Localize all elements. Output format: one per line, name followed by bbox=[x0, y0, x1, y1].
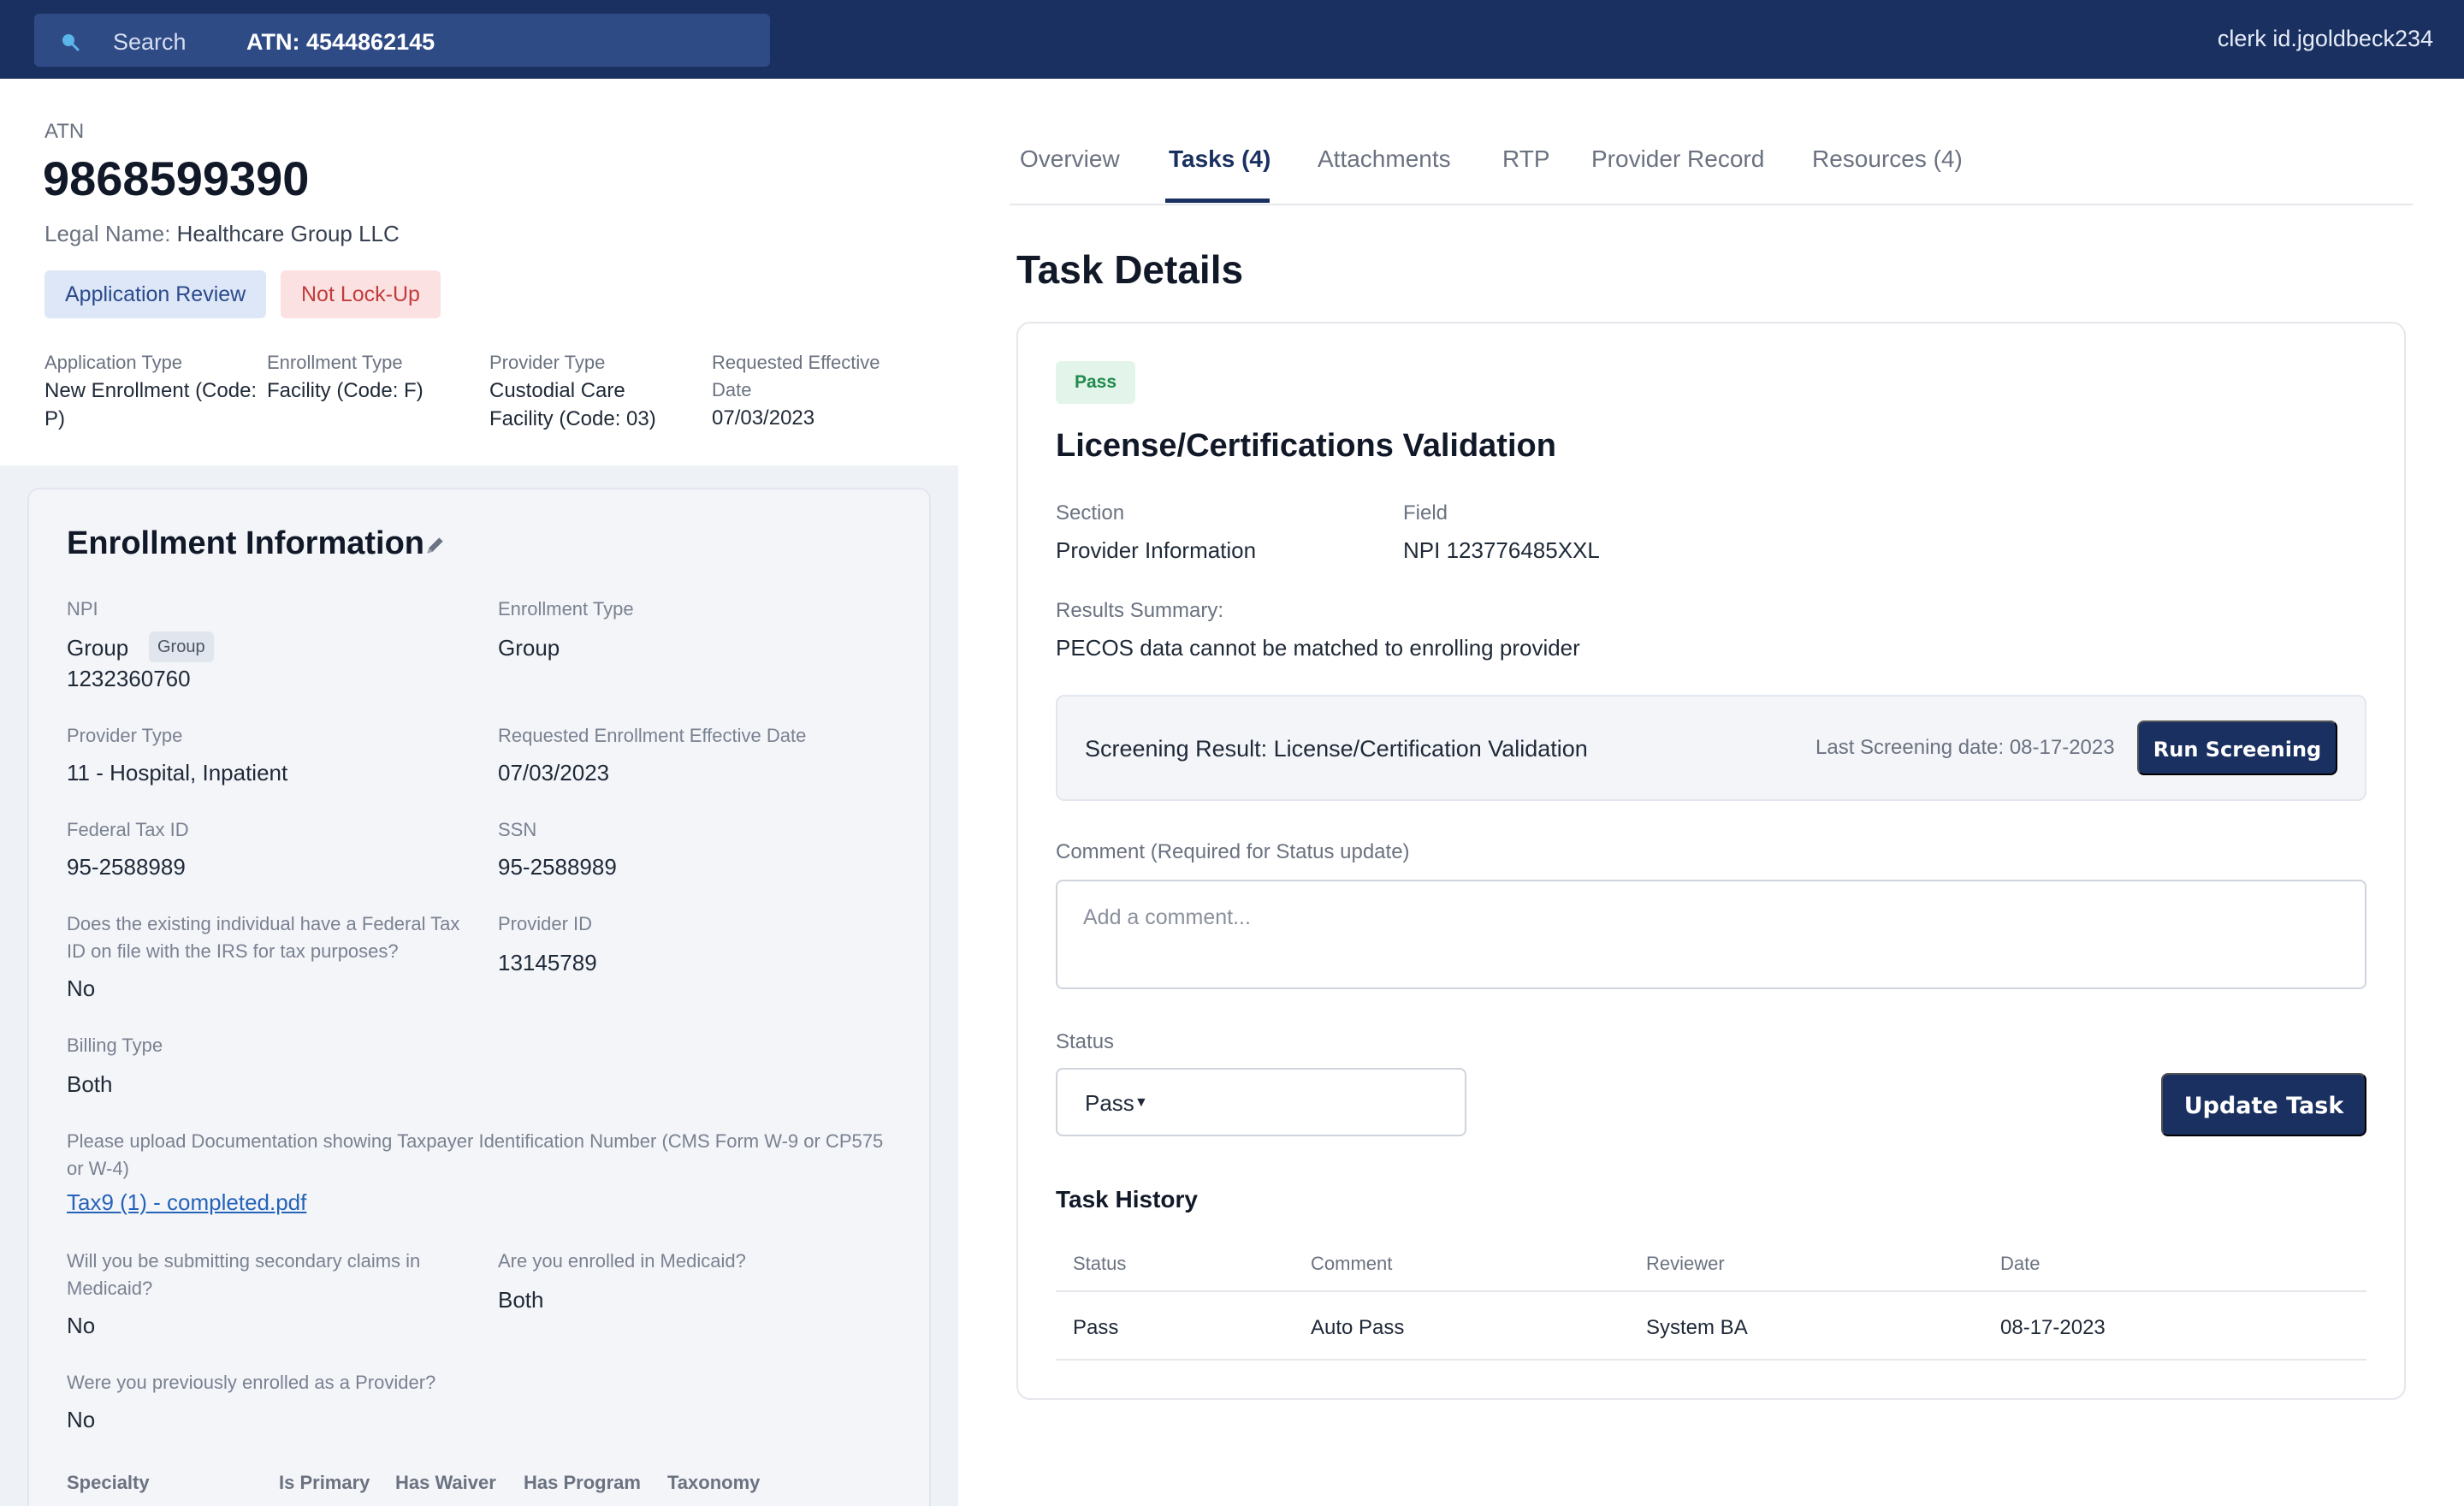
enrollment-type-label: Enrollment Type bbox=[498, 598, 634, 620]
history-cell-comment: Auto Pass bbox=[1311, 1316, 1405, 1339]
tab-rtp[interactable]: RTP bbox=[1502, 145, 1550, 173]
npi-label: NPI bbox=[67, 598, 98, 620]
comment-input[interactable] bbox=[1056, 880, 2366, 989]
enrollment-title: Enrollment Information bbox=[67, 525, 424, 561]
meta-value: 07/03/2023 bbox=[712, 406, 815, 430]
requested-date-value: 07/03/2023 bbox=[498, 760, 610, 786]
top-bar: Search ATN: 4544862145 clerk id.jgoldbec… bbox=[0, 0, 2464, 79]
legal-name-value: Healthcare Group LLC bbox=[176, 221, 400, 246]
tab-tasks[interactable]: Tasks (4) bbox=[1169, 145, 1270, 173]
has-waiver-header: Has Waiver bbox=[395, 1472, 496, 1493]
history-divider bbox=[1056, 1290, 2366, 1292]
meta-enrollment-type: Enrollment Type Facility (Code: F) bbox=[267, 349, 481, 405]
meta-label: Application Type bbox=[44, 352, 183, 373]
previous-enrollment-question: Were you previously enrolled as a Provid… bbox=[67, 1372, 436, 1393]
specialty-header: Specialty bbox=[67, 1472, 150, 1493]
active-tab-indicator bbox=[1165, 199, 1270, 203]
section-label: Section bbox=[1056, 501, 1125, 525]
history-divider bbox=[1056, 1359, 2366, 1361]
legal-name: Legal Name: Healthcare Group LLC bbox=[44, 221, 400, 247]
meta-value: New Enrollment (Code: P) bbox=[44, 379, 258, 430]
meta-label: Provider Type bbox=[489, 352, 606, 373]
billing-type-value: Both bbox=[67, 1071, 113, 1097]
results-summary-label: Results Summary: bbox=[1056, 599, 1224, 622]
requested-date-label: Requested Enrollment Effective Date bbox=[498, 725, 807, 746]
meta-application-type: Application Type New Enrollment (Code: P… bbox=[44, 349, 258, 433]
caret-down-icon: ▼ bbox=[1134, 1095, 1148, 1110]
tab-provider-record[interactable]: Provider Record bbox=[1591, 145, 1764, 173]
history-cell-reviewer: System BA bbox=[1646, 1316, 1748, 1339]
tax-id-label: Federal Tax ID bbox=[67, 819, 189, 840]
provider-id-value: 13145789 bbox=[498, 950, 597, 975]
status-label: Status bbox=[1056, 1030, 1115, 1053]
meta-label: Requested Effective Date bbox=[712, 352, 880, 400]
has-program-header: Has Program bbox=[524, 1472, 641, 1493]
task-name: License/Certifications Validation bbox=[1056, 428, 1556, 464]
application-header: ATN 9868599390 Legal Name: Healthcare Gr… bbox=[0, 79, 958, 465]
meta-value: Custodial Care Facility (Code: 03) bbox=[489, 379, 656, 430]
secondary-claims-answer: No bbox=[67, 1313, 96, 1338]
search-input[interactable]: ATN: 4544862145 bbox=[246, 29, 435, 56]
history-header-status: Status bbox=[1073, 1253, 1127, 1274]
provider-id-label: Provider ID bbox=[498, 913, 593, 934]
meta-label: Enrollment Type bbox=[267, 352, 403, 373]
medicaid-answer: Both bbox=[498, 1287, 544, 1313]
status-select-value: Pass bbox=[1085, 1090, 1134, 1116]
secondary-claims-question: Will you be submitting secondary claims … bbox=[67, 1250, 421, 1299]
meta-value: Facility (Code: F) bbox=[267, 379, 424, 402]
field-value: NPI 123776485XXL bbox=[1403, 537, 1600, 563]
results-summary-value: PECOS data cannot be matched to enrollin… bbox=[1056, 635, 1580, 661]
tab-bar: Overview Tasks (4) Attachments RTP Provi… bbox=[1010, 128, 2413, 205]
atn-number: 9868599390 bbox=[43, 151, 310, 205]
tax-document-link[interactable]: Tax9 (1) - completed.pdf bbox=[67, 1189, 306, 1216]
enrollment-type-value: Group bbox=[498, 635, 560, 661]
history-cell-status: Pass bbox=[1073, 1316, 1119, 1339]
provider-type-label: Provider Type bbox=[67, 725, 183, 746]
task-history-title: Task History bbox=[1056, 1186, 1198, 1213]
field-label: Field bbox=[1403, 501, 1448, 525]
upload-label: Please upload Documentation showing Taxp… bbox=[67, 1130, 884, 1179]
status-badge-review: Application Review bbox=[44, 270, 267, 318]
atn-label: ATN bbox=[44, 120, 85, 143]
screening-result-text: Screening Result: License/Certification … bbox=[1085, 736, 1588, 762]
ssn-label: SSN bbox=[498, 819, 537, 840]
search-bar[interactable]: Search ATN: 4544862145 bbox=[34, 14, 770, 67]
tab-attachments[interactable]: Attachments bbox=[1318, 145, 1451, 173]
npi-number: 1232360760 bbox=[67, 666, 191, 691]
provider-type-value: 11 - Hospital, Inpatient bbox=[67, 760, 288, 786]
is-primary-header: Is Primary bbox=[279, 1472, 370, 1493]
last-screening-date: Last Screening date: 08-17-2023 bbox=[1815, 736, 2115, 759]
medicaid-question: Are you enrolled in Medicaid? bbox=[498, 1250, 746, 1272]
npi-value: Group bbox=[67, 635, 129, 661]
comment-label: Comment (Required for Status update) bbox=[1056, 840, 1410, 863]
tab-resources[interactable]: Resources (4) bbox=[1812, 145, 1963, 173]
search-label: Search bbox=[113, 29, 187, 55]
meta-effective-date: Requested Effective Date 07/03/2023 bbox=[712, 349, 909, 432]
user-id[interactable]: clerk id.jgoldbeck234 bbox=[2218, 26, 2433, 52]
search-icon bbox=[62, 34, 80, 51]
pass-badge: Pass bbox=[1056, 361, 1136, 404]
group-chip: Group bbox=[149, 631, 214, 662]
taxonomy-header: Taxonomy bbox=[667, 1472, 761, 1493]
pencil-icon[interactable] bbox=[424, 534, 447, 556]
tab-overview[interactable]: Overview bbox=[1020, 145, 1120, 173]
history-cell-date: 08-17-2023 bbox=[2000, 1316, 2106, 1339]
irs-answer: No bbox=[67, 975, 96, 1001]
previous-enrollment-answer: No bbox=[67, 1407, 96, 1432]
irs-question: Does the existing individual have a Fede… bbox=[67, 913, 460, 962]
legal-name-label: Legal Name: bbox=[44, 221, 171, 246]
run-screening-button[interactable]: Run Screening bbox=[2137, 720, 2337, 775]
history-header-date: Date bbox=[2000, 1253, 2040, 1274]
section-value: Provider Information bbox=[1056, 537, 1257, 563]
history-header-comment: Comment bbox=[1311, 1253, 1393, 1274]
meta-provider-type: Provider Type Custodial Care Facility (C… bbox=[489, 349, 686, 433]
history-header-reviewer: Reviewer bbox=[1646, 1253, 1725, 1274]
task-details-title: Task Details bbox=[1016, 247, 1244, 292]
status-badge-lock: Not Lock-Up bbox=[281, 270, 441, 318]
update-task-button[interactable]: Update Task bbox=[2161, 1073, 2366, 1136]
billing-type-label: Billing Type bbox=[67, 1035, 163, 1056]
tax-id-value: 95-2588989 bbox=[67, 854, 186, 880]
ssn-value: 95-2588989 bbox=[498, 854, 617, 880]
